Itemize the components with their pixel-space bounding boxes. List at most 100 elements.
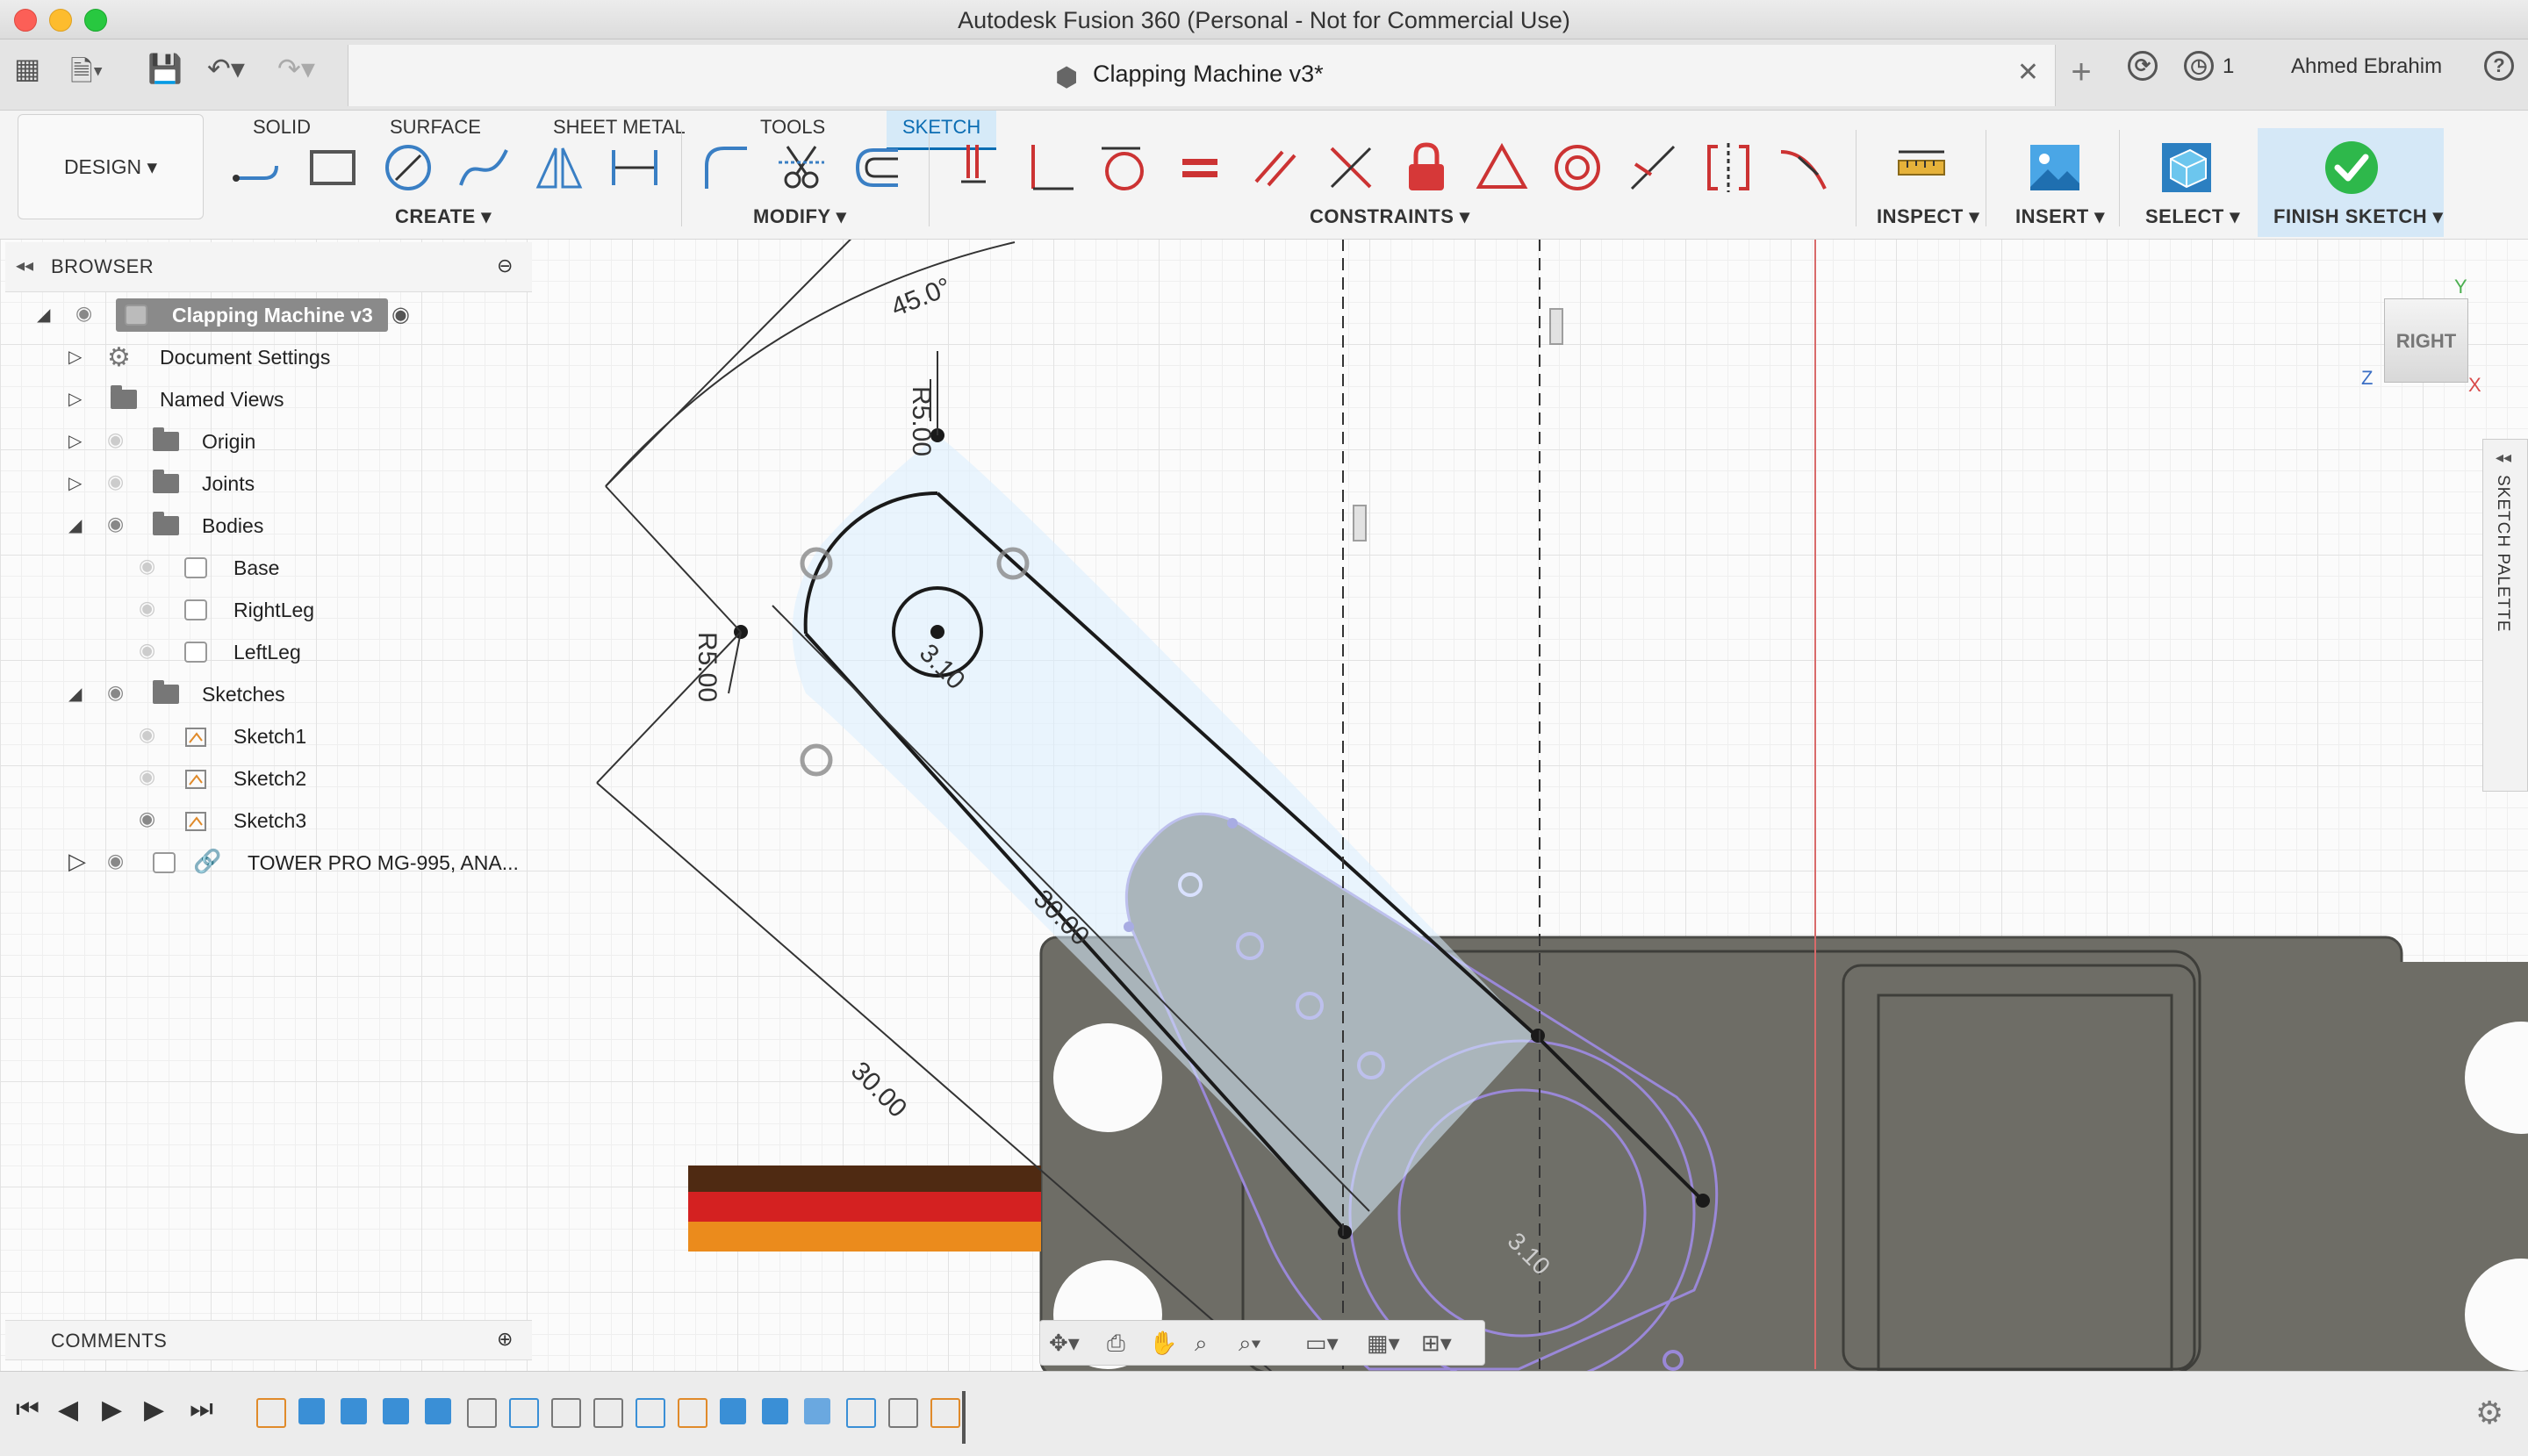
- grid-settings-icon[interactable]: ▦▾: [1367, 1330, 1400, 1357]
- sketch-dimension-tool-icon[interactable]: [604, 137, 665, 198]
- look-at-icon[interactable]: ⎙: [1107, 1330, 1125, 1358]
- line-tool-icon[interactable]: [226, 137, 288, 198]
- fit-zoom-icon[interactable]: ⌕▾: [1239, 1330, 1260, 1358]
- redo-icon[interactable]: ↷▾: [277, 52, 315, 85]
- close-tab-icon[interactable]: ✕: [2017, 57, 2039, 88]
- timeline-feature-icon[interactable]: [636, 1398, 665, 1428]
- expand-arrow-icon[interactable]: ▷: [68, 346, 82, 368]
- viewports-icon[interactable]: ⊞▾: [1421, 1330, 1452, 1357]
- timeline-marker[interactable]: [962, 1391, 966, 1444]
- tree-item-sketch3[interactable]: ◉ Sketch3: [5, 800, 532, 841]
- collapse-browser-icon[interactable]: ◂◂: [16, 255, 33, 276]
- orbit-icon[interactable]: ✥▾: [1049, 1330, 1080, 1357]
- timeline-sketch-icon[interactable]: [256, 1398, 286, 1428]
- step-forward-icon[interactable]: ▶: [144, 1395, 164, 1425]
- tree-item-joints[interactable]: ▷ ◉ Joints: [5, 463, 532, 504]
- finish-sketch-check-icon[interactable]: [2321, 137, 2382, 198]
- tree-item-root[interactable]: ◢ ◉ Clapping Machine v3 ◉: [5, 295, 532, 335]
- view-cube[interactable]: RIGHT: [2384, 298, 2468, 383]
- tree-item-bodies[interactable]: ◢ ◉ Bodies: [5, 506, 532, 546]
- go-to-end-icon[interactable]: ⏭: [190, 1395, 213, 1424]
- select-menu[interactable]: SELECT ▾: [2145, 205, 2240, 228]
- symmetry-constraint-icon[interactable]: [1698, 137, 1759, 198]
- timeline-feature-icon[interactable]: [846, 1398, 876, 1428]
- tree-item-sketch2[interactable]: ◉ Sketch2: [5, 758, 532, 799]
- visibility-eye-icon[interactable]: ◉: [107, 428, 124, 451]
- parallel-constraint-icon[interactable]: [1245, 137, 1306, 198]
- equal-constraint-icon[interactable]: [1169, 137, 1231, 198]
- file-menu-icon[interactable]: 🗎▾: [70, 52, 104, 99]
- expand-arrow-icon[interactable]: ▷: [68, 430, 82, 452]
- timeline-joint-icon[interactable]: [593, 1398, 623, 1428]
- visibility-eye-icon[interactable]: ◉: [139, 807, 155, 830]
- pan-hand-icon[interactable]: ✋: [1149, 1330, 1177, 1357]
- step-back-icon[interactable]: ◀: [58, 1395, 78, 1425]
- visibility-eye-icon[interactable]: ◉: [107, 681, 124, 704]
- tree-item-sketch1[interactable]: ◉ Sketch1: [5, 716, 532, 757]
- job-status-clock-icon[interactable]: ◷: [2184, 51, 2214, 81]
- tree-item-servo-link[interactable]: ▷ ◉ 🔗 TOWER PRO MG-995, ANA...: [5, 843, 532, 883]
- create-menu[interactable]: CREATE ▾: [395, 205, 492, 228]
- visibility-eye-icon[interactable]: ◉: [139, 723, 155, 746]
- timeline-extrude-icon[interactable]: [341, 1398, 367, 1424]
- constraints-menu[interactable]: CONSTRAINTS ▾: [1310, 205, 1470, 228]
- measure-ruler-icon[interactable]: [1891, 137, 1952, 198]
- extensions-icon[interactable]: ⟳: [2128, 51, 2158, 81]
- add-comment-icon[interactable]: ⊕: [497, 1328, 513, 1351]
- document-tab[interactable]: ⬢ Clapping Machine v3* ✕: [348, 45, 2056, 106]
- visibility-eye-icon[interactable]: ◉: [139, 765, 155, 788]
- active-component-radio-icon[interactable]: ◉: [391, 302, 410, 327]
- tree-item-named-views[interactable]: ▷ Named Views: [5, 379, 532, 420]
- expand-arrow-icon[interactable]: ◢: [68, 683, 82, 705]
- workspace-switcher-button[interactable]: DESIGN ▾: [18, 114, 204, 219]
- timeline-move-icon[interactable]: [804, 1398, 830, 1424]
- sketch-palette-panel[interactable]: ◂◂ SKETCH PALETTE: [2482, 439, 2528, 792]
- timeline-extrude-icon[interactable]: [383, 1398, 409, 1424]
- new-tab-plus-icon[interactable]: +: [2061, 46, 2101, 98]
- expand-arrow-icon[interactable]: ▷: [68, 472, 82, 494]
- visibility-eye-icon[interactable]: ◉: [139, 639, 155, 662]
- go-to-start-icon[interactable]: ⏮: [16, 1395, 40, 1424]
- visibility-eye-icon[interactable]: ◉: [139, 597, 155, 620]
- timeline-settings-gear-icon[interactable]: ⚙: [2475, 1395, 2503, 1431]
- perpendicular-cross-icon[interactable]: [1320, 137, 1382, 198]
- finish-sketch-label[interactable]: FINISH SKETCH ▾: [2273, 205, 2443, 228]
- timeline-sketch-icon[interactable]: [678, 1398, 707, 1428]
- fix-lock-icon[interactable]: [1396, 137, 1457, 198]
- perpendicular-constraint-icon[interactable]: [1018, 137, 1080, 198]
- tree-item-rightleg[interactable]: ◉ RightLeg: [5, 590, 532, 630]
- comments-panel[interactable]: COMMENTS ⊕: [5, 1320, 532, 1360]
- expand-arrow-icon[interactable]: ▷: [68, 848, 86, 875]
- visibility-eye-icon[interactable]: ◉: [107, 470, 124, 493]
- tree-item-base[interactable]: ◉ Base: [5, 548, 532, 588]
- circle-tool-icon[interactable]: [377, 137, 439, 198]
- play-icon[interactable]: ▶: [102, 1395, 122, 1425]
- inspect-menu[interactable]: INSPECT ▾: [1877, 205, 1979, 228]
- browser-minus-icon[interactable]: ⊖: [497, 255, 513, 277]
- timeline-fillet-icon[interactable]: [467, 1398, 497, 1428]
- curvature-constraint-icon[interactable]: [1773, 137, 1835, 198]
- zoom-icon[interactable]: ⌕: [1195, 1330, 1208, 1358]
- expand-arrow-icon[interactable]: ◢: [68, 514, 82, 536]
- visibility-eye-icon[interactable]: ◉: [139, 555, 155, 577]
- spline-tool-icon[interactable]: [453, 137, 514, 198]
- tree-item-sketches[interactable]: ◢ ◉ Sketches: [5, 674, 532, 714]
- user-name[interactable]: Ahmed Ebrahim: [2291, 54, 2442, 79]
- data-panel-grid-icon[interactable]: ▦: [14, 52, 40, 85]
- timeline-extrude-icon[interactable]: [425, 1398, 451, 1424]
- trim-tool-icon[interactable]: [771, 137, 832, 198]
- visibility-eye-icon[interactable]: ◉: [75, 302, 92, 325]
- fillet-tool-icon[interactable]: [695, 137, 757, 198]
- tree-item-origin[interactable]: ▷ ◉ Origin: [5, 421, 532, 462]
- rectangle-tool-icon[interactable]: [302, 137, 363, 198]
- visibility-eye-icon[interactable]: ◉: [107, 850, 124, 872]
- modify-menu[interactable]: MODIFY ▾: [753, 205, 846, 228]
- expand-arrow-icon[interactable]: ◢: [37, 304, 50, 326]
- coincident-constraint-icon[interactable]: [943, 137, 1004, 198]
- offset-tool-icon[interactable]: [846, 137, 908, 198]
- display-settings-icon[interactable]: ▭▾: [1305, 1330, 1339, 1357]
- midpoint-constraint-icon[interactable]: [1471, 137, 1533, 198]
- timeline-joint-icon[interactable]: [888, 1398, 918, 1428]
- save-icon[interactable]: 💾: [147, 52, 183, 85]
- help-icon[interactable]: ?: [2484, 51, 2514, 81]
